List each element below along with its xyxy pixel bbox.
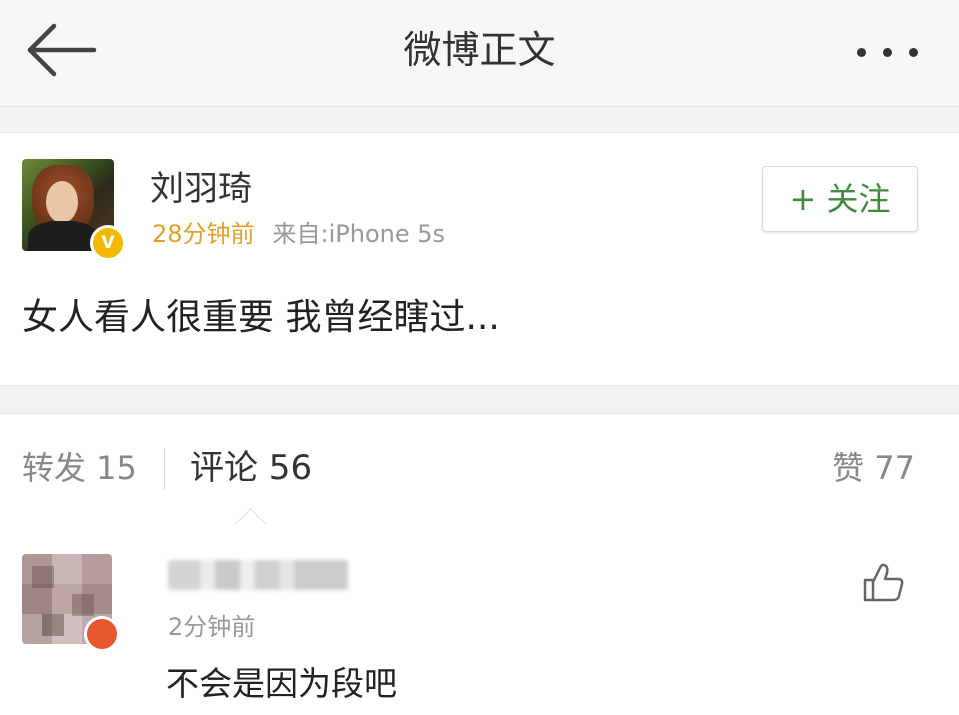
comment-item: 2分钟前 不会是因为段吧 [0,524,959,715]
commenter-avatar[interactable] [22,554,120,652]
comment-like-button[interactable] [862,560,906,604]
stats-divider [164,448,165,490]
comment-tab[interactable]: 评论 56 [190,446,312,490]
post-time: 28分钟前 [152,220,255,248]
comment-text[interactable]: 不会是因为段吧 [166,662,397,706]
author-avatar[interactable]: V [22,159,126,261]
more-options-button[interactable] [853,30,923,70]
repost-tab[interactable]: 转发 15 [22,446,137,490]
member-badge-icon [84,616,120,652]
post-card: V 刘羽琦 28分钟前 来自:iPhone 5s + 关注 女人看人很重要 我曾经… [0,132,959,386]
post-meta: 28分钟前 来自:iPhone 5s [152,219,445,249]
post-text[interactable]: 女人看人很重要 我曾经瞎过... [22,293,500,343]
like-tab[interactable]: 赞 77 [832,446,915,490]
author-name[interactable]: 刘羽琦 [150,167,252,211]
page-title: 微博正文 [403,28,556,72]
thumbs-up-icon [863,563,904,602]
follow-button[interactable]: + 关注 [762,166,918,232]
post-source: 来自:iPhone 5s [272,220,446,248]
verified-v-icon: V [90,225,126,261]
weibo-post-screen: 微博正文 V 刘羽琦 28分钟前 来自:iPhone 5s + 关注 女人看人很重… [0,0,959,715]
top-nav-bar: 微博正文 [0,0,959,107]
commenter-name-blurred[interactable] [168,560,348,590]
post-stats-bar: 转发 15 评论 56 赞 77 [0,413,959,541]
comment-time: 2分钟前 [168,613,256,641]
